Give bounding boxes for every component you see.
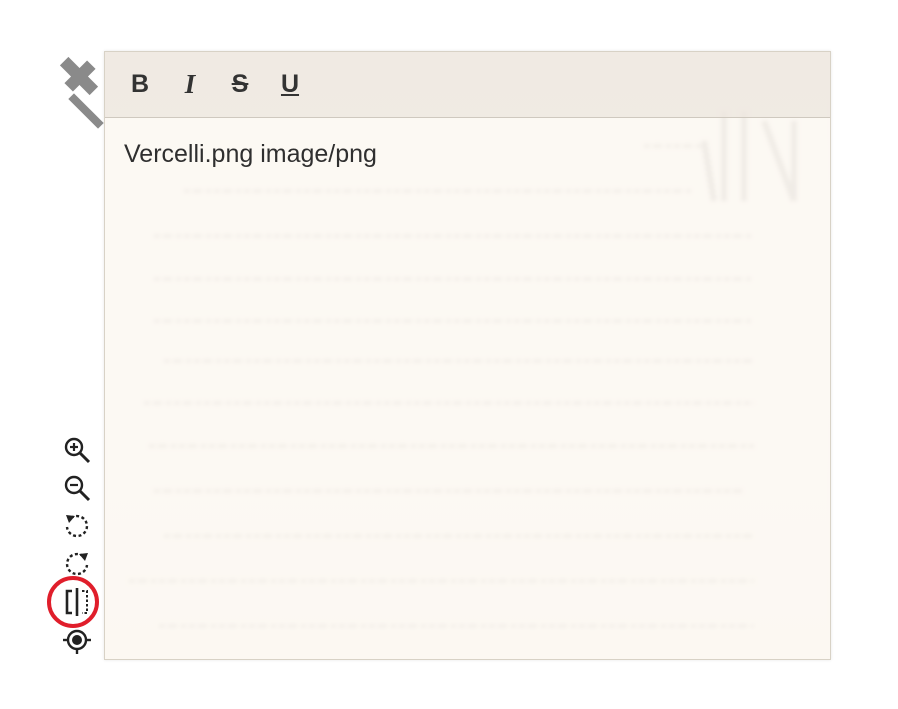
rotate-right-icon — [65, 552, 89, 576]
flip-horizontal-button[interactable] — [58, 584, 96, 620]
italic-button[interactable]: I — [175, 68, 205, 102]
zoom-out-button[interactable] — [58, 470, 96, 506]
annotation-editor[interactable]: B I S U Vercelli.png image/png — [104, 51, 831, 660]
rotate-right-button[interactable] — [58, 546, 96, 582]
bold-button[interactable]: B — [125, 68, 155, 102]
recenter-button[interactable] — [58, 622, 96, 658]
viewer-stage: B I S U Vercelli.png image/png — [0, 0, 898, 709]
format-toolbar: B I S U — [105, 52, 830, 118]
zoom-in-icon — [64, 437, 91, 464]
flip-horizontal-icon — [65, 588, 88, 616]
rotate-left-icon — [65, 514, 89, 538]
strikethrough-button[interactable]: S — [225, 68, 255, 102]
underline-button[interactable]: U — [275, 68, 305, 102]
rotate-left-button[interactable] — [58, 508, 96, 544]
annotation-text[interactable]: Vercelli.png image/png — [105, 118, 830, 191]
zoom-in-button[interactable] — [58, 432, 96, 468]
zoom-out-icon — [64, 475, 91, 502]
recenter-icon — [63, 629, 91, 654]
pin-icon[interactable] — [52, 56, 112, 136]
